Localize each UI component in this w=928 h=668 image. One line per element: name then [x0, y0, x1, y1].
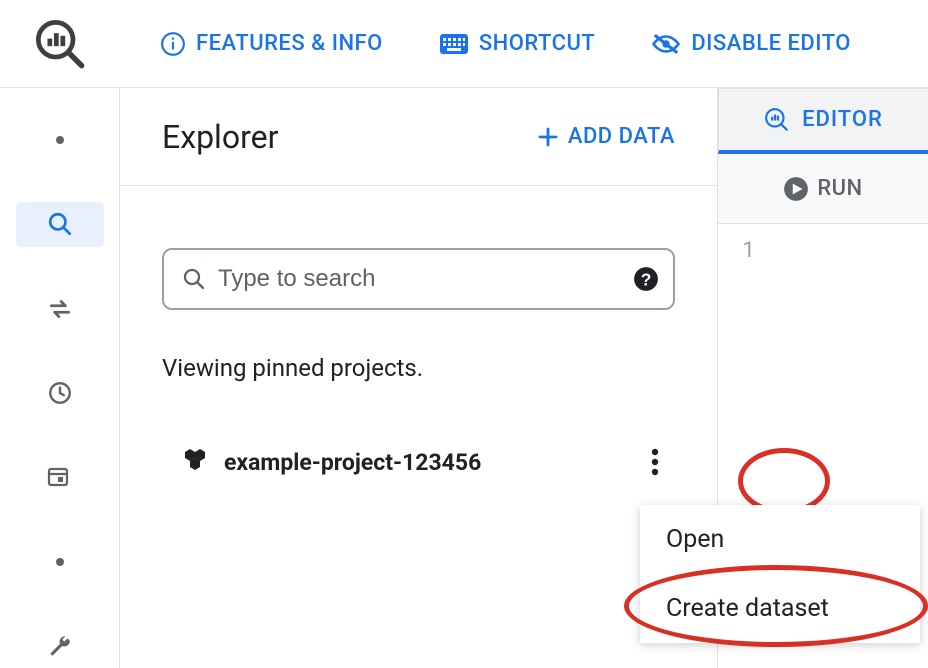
- editor-tab[interactable]: EDITOR: [718, 88, 928, 154]
- add-data-label: ADD DATA: [568, 124, 675, 149]
- menu-open[interactable]: Open: [640, 505, 920, 574]
- features-info-button[interactable]: FEATURES & INFO: [160, 31, 383, 57]
- history-icon: [47, 380, 73, 406]
- search-box[interactable]: ?: [162, 248, 675, 310]
- project-context-menu: Open Create dataset: [640, 505, 920, 643]
- swap-horiz-icon: [47, 296, 73, 322]
- project-icon: [180, 447, 210, 477]
- viewing-text: Viewing pinned projects.: [120, 310, 717, 382]
- editor-tab-label: EDITOR: [802, 107, 883, 132]
- plus-icon: [536, 125, 560, 149]
- rail-dot-1[interactable]: [16, 118, 104, 162]
- more-vert-icon: [651, 448, 659, 476]
- features-info-label: FEATURES & INFO: [196, 31, 383, 56]
- rail-scheduled-item[interactable]: [16, 455, 104, 499]
- search-input[interactable]: [218, 265, 633, 293]
- side-rail: [0, 88, 120, 668]
- shortcut-button[interactable]: SHORTCUT: [439, 31, 595, 56]
- visibility-off-icon: [651, 31, 681, 57]
- rail-dot-2[interactable]: [16, 539, 104, 583]
- scheduled-queries-icon: [47, 465, 73, 489]
- project-actions-button[interactable]: [635, 442, 675, 482]
- rail-transfers-item[interactable]: [16, 287, 104, 331]
- rail-admin-item[interactable]: [16, 624, 104, 668]
- explorer-panel: Explorer ADD DATA ? Viewing pinned proje…: [120, 88, 718, 668]
- search-icon: [182, 267, 206, 291]
- rail-search-item[interactable]: [16, 202, 104, 246]
- query-editor-icon: [764, 107, 790, 133]
- help-icon[interactable]: ?: [633, 266, 659, 292]
- project-name: example-project-123456: [224, 449, 481, 476]
- svg-text:?: ?: [641, 270, 652, 290]
- keyboard-icon: [439, 33, 469, 55]
- project-row[interactable]: example-project-123456: [120, 382, 717, 482]
- wrench-icon: [47, 633, 73, 659]
- run-button[interactable]: RUN: [718, 154, 928, 224]
- shortcut-label: SHORTCUT: [479, 31, 595, 56]
- play-icon: [783, 176, 809, 202]
- disable-editor-label: DISABLE EDITO: [691, 31, 851, 56]
- line-number: 1: [742, 234, 755, 263]
- disable-editor-button[interactable]: DISABLE EDITO: [651, 31, 851, 57]
- search-icon: [47, 211, 73, 237]
- menu-create-dataset[interactable]: Create dataset: [640, 574, 920, 643]
- explorer-title: Explorer: [162, 118, 278, 156]
- run-label: RUN: [817, 176, 862, 201]
- rail-history-item[interactable]: [16, 371, 104, 415]
- product-logo[interactable]: [0, 0, 120, 87]
- add-data-button[interactable]: ADD DATA: [536, 124, 675, 149]
- info-icon: [160, 31, 186, 57]
